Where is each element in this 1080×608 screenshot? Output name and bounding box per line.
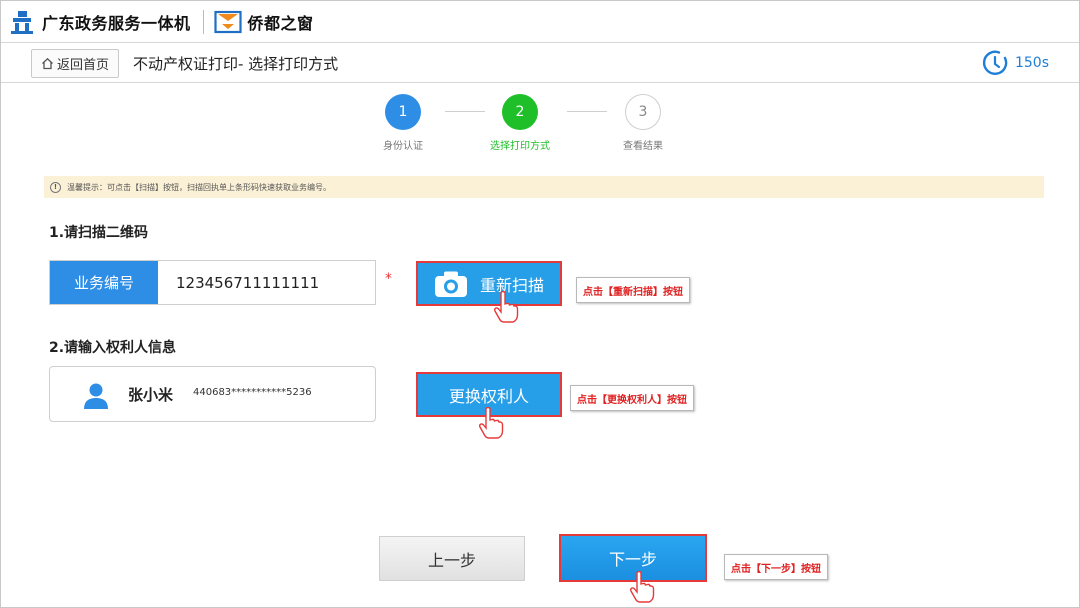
step-3-number: 3: [625, 94, 661, 130]
step-3-label: 查看结果: [603, 137, 683, 152]
step-1-label: 身份认证: [363, 137, 443, 152]
window-logo-icon: [214, 10, 242, 34]
page-title: 不动产权证打印- 选择打印方式: [133, 53, 338, 74]
tip-text: 温馨提示：可点击【扫描】按钮，扫描回执单上条形码快速获取业务编号。: [67, 182, 331, 193]
step-2-number: 2: [502, 94, 538, 130]
change-owner-callout: 点击【更换权利人】按钮: [570, 385, 694, 411]
timer-text: 150s: [1015, 55, 1049, 71]
step-2-label: 选择打印方式: [480, 137, 560, 152]
home-icon: [41, 57, 54, 70]
info-icon: !: [50, 182, 61, 193]
step-3: 3 查看结果: [603, 94, 683, 152]
countdown-timer: 150s: [981, 49, 1049, 77]
brand-title: 广东政务服务一体机: [42, 10, 191, 34]
owner-info-card: 张小米 440683***********5236: [49, 366, 376, 422]
step-2: 2 选择打印方式: [480, 94, 560, 152]
brand-subtitle: 侨都之窗: [248, 10, 314, 34]
section-owner-title: 2.请输入权利人信息: [49, 337, 176, 357]
business-number-label: 业务编号: [50, 261, 158, 304]
change-owner-button-label: 更换权利人: [449, 383, 529, 407]
previous-step-button[interactable]: 上一步: [379, 536, 525, 581]
gov-service-logo-icon: [9, 9, 35, 35]
home-button[interactable]: 返回首页: [31, 49, 119, 78]
tip-notice: ! 温馨提示：可点击【扫描】按钮，扫描回执单上条形码快速获取业务编号。: [44, 176, 1044, 198]
rescan-button[interactable]: 重新扫描: [416, 261, 562, 306]
user-icon: [83, 382, 109, 410]
owner-id-number: 440683***********5236: [193, 387, 312, 398]
clock-icon: [981, 49, 1009, 77]
step-connector: [445, 111, 485, 112]
hand-pointer-icon: [629, 571, 655, 603]
step-connector: [567, 111, 607, 112]
owner-name: 张小米: [128, 384, 173, 405]
business-number-input[interactable]: 123456711111111: [158, 261, 375, 304]
camera-icon: [434, 270, 468, 298]
page-header: 返回首页 不动产权证打印- 选择打印方式 150s: [1, 43, 1079, 83]
next-step-label: 下一步: [609, 546, 657, 570]
business-number-field[interactable]: 业务编号 123456711111111: [49, 260, 376, 305]
home-button-label: 返回首页: [57, 54, 109, 73]
hand-pointer-icon: [493, 291, 519, 323]
previous-step-label: 上一步: [428, 547, 476, 571]
required-mark: *: [385, 271, 392, 287]
section-scan-title: 1.请扫描二维码: [49, 222, 148, 242]
next-step-callout: 点击【下一步】按钮: [724, 554, 828, 580]
step-1-number: 1: [385, 94, 421, 130]
step-1: 1 身份认证: [363, 94, 443, 152]
hand-pointer-icon: [478, 407, 504, 439]
brand-bar: 广东政务服务一体机 侨都之窗: [1, 1, 1079, 43]
app-window: 广东政务服务一体机 侨都之窗 返回首页 不动产权证打印- 选择打印方式 150s: [0, 0, 1080, 608]
rescan-callout: 点击【重新扫描】按钮: [576, 277, 690, 303]
brand-divider: [203, 10, 204, 34]
